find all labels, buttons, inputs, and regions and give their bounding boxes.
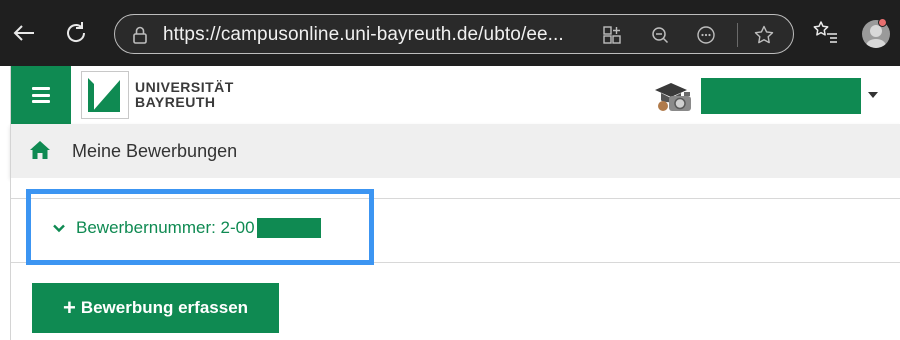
- university-logo-text[interactable]: UNIVERSITÄT BAYREUTH: [135, 80, 234, 110]
- lock-icon[interactable]: [129, 24, 151, 46]
- favorite-star-icon[interactable]: [753, 24, 775, 46]
- reload-icon[interactable]: [62, 19, 90, 47]
- university-logo-icon[interactable]: [81, 71, 129, 119]
- menu-icon: [32, 87, 50, 103]
- browser-toolbar: https://campusonline.uni-bayreuth.de/ubt…: [0, 0, 900, 66]
- url-text[interactable]: https://campusonline.uni-bayreuth.de/ubt…: [163, 24, 564, 46]
- user-dropdown-caret-icon[interactable]: [868, 92, 878, 98]
- applicant-number-redacted: [256, 218, 321, 238]
- hamburger-menu-button[interactable]: [11, 66, 71, 124]
- plus-icon: +: [62, 295, 76, 320]
- user-profile-picture[interactable]: [651, 78, 695, 114]
- back-arrow-icon[interactable]: [10, 19, 38, 47]
- zoom-out-icon[interactable]: [649, 24, 671, 46]
- notification-dot: [878, 18, 887, 27]
- logo-line-2: BAYREUTH: [135, 94, 216, 110]
- add-application-label: Bewerbung erfassen: [80, 298, 249, 317]
- favorites-list-icon[interactable]: [812, 18, 840, 46]
- page-title: Meine Bewerbungen: [72, 141, 238, 161]
- address-bar[interactable]: https://campusonline.uni-bayreuth.de/ubt…: [114, 14, 794, 54]
- more-options-icon[interactable]: [695, 24, 717, 46]
- user-name-redacted[interactable]: [701, 78, 861, 114]
- applicant-number-accordion[interactable]: Bewerbernummer: 2-00: [52, 216, 321, 240]
- chevron-down-icon: [52, 221, 66, 235]
- logo-line-1: UNIVERSITÄT: [135, 79, 234, 95]
- app-grid-icon[interactable]: [601, 24, 623, 46]
- home-icon[interactable]: [29, 140, 51, 160]
- applicant-number-label[interactable]: Bewerbernummer: 2-00: [76, 218, 255, 238]
- breadcrumb: Meine Bewerbungen: [10, 124, 900, 178]
- app-header: UNIVERSITÄT BAYREUTH: [10, 66, 900, 124]
- address-bar-divider: [737, 23, 738, 47]
- add-application-button[interactable]: + Bewerbung erfassen: [32, 283, 279, 333]
